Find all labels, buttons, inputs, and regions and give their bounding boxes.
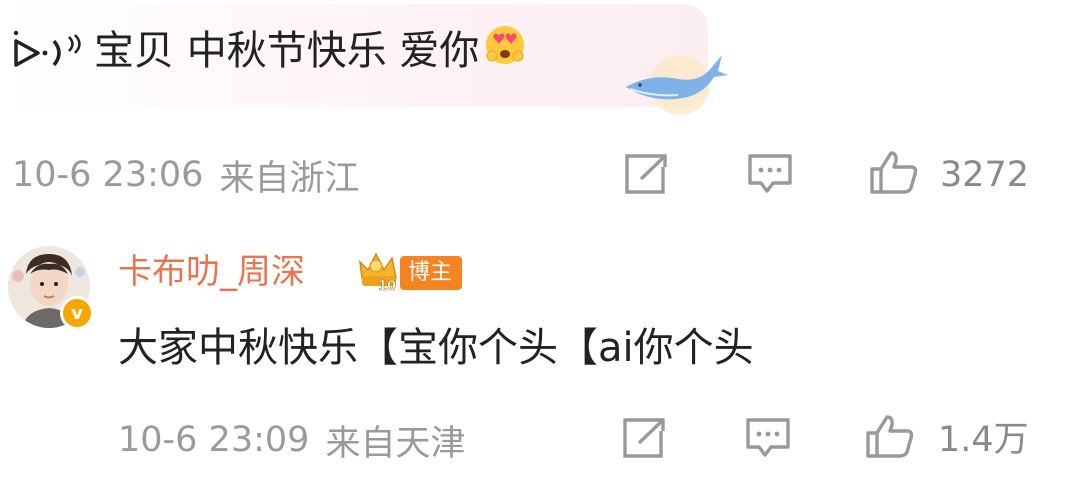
comment-1-meta: 10-6 23:06 来自浙江 [12,155,359,199]
comment-1-like-count: 3272 [940,155,1030,195]
comment-icon [746,418,790,457]
comment-1-time: 10-6 23:06 [12,155,204,195]
thumbs-up-icon [870,151,918,194]
comment-2-text: 大家中秋快乐【宝你个头【ai你个头 [118,325,754,371]
like-button[interactable] [868,148,920,196]
share-button[interactable] [622,152,670,196]
comment-2-time: 10-6 23:09 [118,420,310,460]
verified-badge: v [60,296,94,330]
comment-1-text: 宝贝 中秋节快乐 爱你 [94,28,480,74]
voice-icon [12,29,92,73]
blogger-badge: 博主 [400,256,463,290]
comment-1-location: 来自浙江 [219,158,360,199]
username[interactable]: 卡布叻_周深 [118,250,305,294]
comment-2-meta: 10-6 23:09 来自天津 [118,420,465,464]
share-icon [625,154,667,194]
comment-2-location: 来自天津 [325,423,466,464]
heart-eyes-emoji-icon [483,23,527,79]
crown-level-badge: 10 [356,248,404,296]
comment-1-content: 宝贝 中秋节快乐 爱你 [12,26,527,76]
comment-icon [748,154,792,193]
like-button[interactable] [864,412,916,460]
share-button[interactable] [620,416,668,460]
comment-2-like-count: 1.4万 [938,420,1029,460]
whale-sticker-icon [620,45,730,121]
comment-button[interactable] [746,152,794,196]
comment-button[interactable] [744,416,792,460]
thumbs-up-icon [866,415,914,458]
badge-level-text: 10 [378,279,396,292]
share-icon [623,418,665,458]
